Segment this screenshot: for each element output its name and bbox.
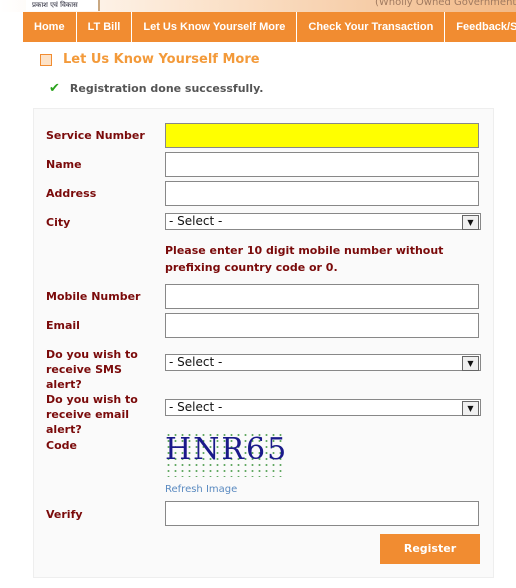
verify-input[interactable] <box>165 501 479 526</box>
logo: प्रकाश एवं विकास <box>26 0 100 11</box>
nav-check-transaction[interactable]: Check Your Transaction <box>297 12 446 42</box>
label-city: City <box>46 216 71 229</box>
tagline: (Wholly Owned Government of <box>375 0 516 8</box>
register-button[interactable]: Register <box>380 534 480 564</box>
sms-alert-select[interactable]: - Select - ▼ <box>165 354 481 371</box>
mobile-note: Please enter 10 digit mobile number with… <box>165 244 444 274</box>
city-value: - Select - <box>169 214 223 228</box>
mobile-input[interactable] <box>165 284 479 309</box>
nav-let-us-know[interactable]: Let Us Know Yourself More <box>132 12 298 42</box>
chevron-down-icon: ▼ <box>462 401 479 416</box>
captcha-image: HNR65 <box>165 432 286 477</box>
email-alert-value: - Select - <box>169 400 223 414</box>
nav-lt-bill[interactable]: LT Bill <box>77 12 133 42</box>
service-number-input[interactable] <box>165 123 479 148</box>
label-code: Code <box>46 439 77 452</box>
label-address: Address <box>46 187 97 200</box>
label-mobile: Mobile Number <box>46 290 141 303</box>
nav-feedback[interactable]: Feedback/S <box>445 12 516 42</box>
address-input[interactable] <box>165 181 479 206</box>
label-sms-alert: Do you wish to receive SMS alert? <box>46 348 138 391</box>
sms-value: - Select - <box>169 355 223 369</box>
chevron-down-icon: ▼ <box>462 215 479 230</box>
nav-home[interactable]: Home <box>23 12 77 42</box>
success-text: Registration done successfully. <box>69 82 264 95</box>
email-alert-select[interactable]: - Select - ▼ <box>165 399 481 416</box>
success-message: ✔ Registration done successfully. <box>49 81 263 96</box>
checkmark-icon: ✔ <box>49 81 60 96</box>
label-service-number: Service Number <box>46 129 145 142</box>
refresh-image-link[interactable]: Refresh Image <box>165 484 237 495</box>
square-icon <box>40 53 52 66</box>
label-email-alert: Do you wish to receive email alert? <box>46 393 138 436</box>
registration-form: Service Number Name Address City - Selec… <box>33 108 494 578</box>
label-verify: Verify <box>46 508 83 521</box>
main-nav: Home LT Bill Let Us Know Yourself More C… <box>23 12 516 42</box>
label-name: Name <box>46 158 82 171</box>
page-title-text: Let Us Know Yourself More <box>63 52 260 67</box>
name-input[interactable] <box>165 152 479 177</box>
chevron-down-icon: ▼ <box>462 356 479 371</box>
label-email: Email <box>46 319 80 332</box>
site-header: प्रकाश एवं विकास (Wholly Owned Governmen… <box>0 0 516 12</box>
city-select[interactable]: - Select - ▼ <box>165 213 481 230</box>
page-title: Let Us Know Yourself More <box>40 52 260 67</box>
email-input[interactable] <box>165 313 479 338</box>
